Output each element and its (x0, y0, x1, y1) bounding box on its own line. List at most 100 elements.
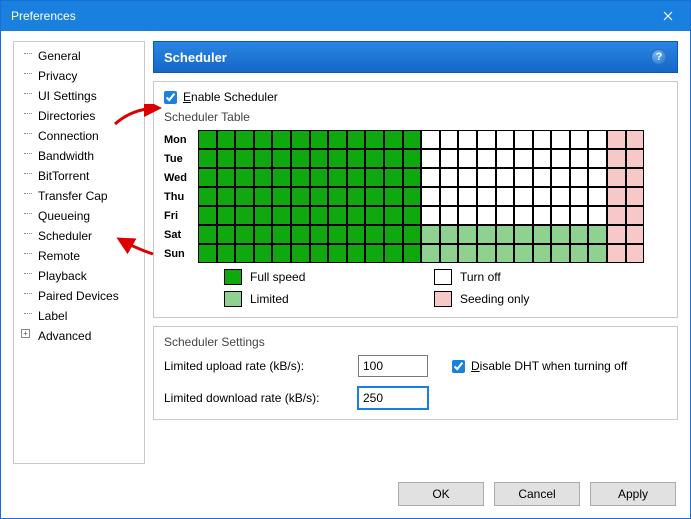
schedule-cell[interactable] (533, 225, 552, 244)
schedule-cell[interactable] (626, 168, 645, 187)
schedule-cell[interactable] (588, 168, 607, 187)
schedule-cell[interactable] (291, 225, 310, 244)
schedule-cell[interactable] (514, 168, 533, 187)
schedule-cell[interactable] (198, 187, 217, 206)
schedule-cell[interactable] (626, 149, 645, 168)
schedule-cell[interactable] (328, 168, 347, 187)
schedule-cell[interactable] (254, 187, 273, 206)
schedule-cell[interactable] (496, 187, 515, 206)
schedule-cell[interactable] (440, 130, 459, 149)
schedule-cell[interactable] (310, 206, 329, 225)
schedule-cell[interactable] (458, 244, 477, 263)
schedule-cell[interactable] (440, 225, 459, 244)
schedule-cell[interactable] (328, 206, 347, 225)
schedule-cell[interactable] (421, 244, 440, 263)
schedule-cell[interactable] (458, 130, 477, 149)
schedule-cell[interactable] (384, 130, 403, 149)
schedule-cell[interactable] (551, 206, 570, 225)
schedule-cell[interactable] (198, 130, 217, 149)
sidebar-item-queueing[interactable]: Queueing (24, 206, 144, 226)
schedule-cell[interactable] (440, 187, 459, 206)
schedule-cell[interactable] (403, 187, 422, 206)
schedule-cell[interactable] (384, 244, 403, 263)
schedule-cell[interactable] (607, 244, 626, 263)
sidebar-item-bittorrent[interactable]: BitTorrent (24, 166, 144, 186)
schedule-cell[interactable] (496, 168, 515, 187)
schedule-cell[interactable] (496, 244, 515, 263)
schedule-cell[interactable] (291, 244, 310, 263)
schedule-cell[interactable] (384, 149, 403, 168)
ok-button[interactable]: OK (398, 482, 484, 506)
schedule-cell[interactable] (347, 206, 366, 225)
schedule-cell[interactable] (477, 149, 496, 168)
schedule-cell[interactable] (235, 225, 254, 244)
schedule-cell[interactable] (496, 225, 515, 244)
schedule-cell[interactable] (626, 130, 645, 149)
schedule-cell[interactable] (421, 149, 440, 168)
schedule-cell[interactable] (588, 149, 607, 168)
schedule-cell[interactable] (198, 225, 217, 244)
sidebar-item-privacy[interactable]: Privacy (24, 66, 144, 86)
sidebar-item-transfer-cap[interactable]: Transfer Cap (24, 186, 144, 206)
schedule-cell[interactable] (514, 206, 533, 225)
schedule-cell[interactable] (421, 187, 440, 206)
schedule-cell[interactable] (626, 244, 645, 263)
schedule-cell[interactable] (272, 244, 291, 263)
schedule-cell[interactable] (384, 168, 403, 187)
schedule-cell[interactable] (607, 168, 626, 187)
schedule-cell[interactable] (328, 130, 347, 149)
disable-dht-checkbox[interactable] (452, 360, 465, 373)
schedule-cell[interactable] (458, 187, 477, 206)
schedule-cell[interactable] (440, 149, 459, 168)
schedule-cell[interactable] (588, 206, 607, 225)
schedule-cell[interactable] (291, 187, 310, 206)
schedule-cell[interactable] (272, 225, 291, 244)
sidebar-item-connection[interactable]: Connection (24, 126, 144, 146)
schedule-cell[interactable] (607, 149, 626, 168)
cancel-button[interactable]: Cancel (494, 482, 580, 506)
schedule-cell[interactable] (310, 244, 329, 263)
schedule-cell[interactable] (477, 244, 496, 263)
schedule-cell[interactable] (607, 130, 626, 149)
schedule-cell[interactable] (254, 225, 273, 244)
schedule-cell[interactable] (570, 225, 589, 244)
schedule-cell[interactable] (607, 206, 626, 225)
schedule-cell[interactable] (533, 244, 552, 263)
schedule-cell[interactable] (384, 225, 403, 244)
schedule-cell[interactable] (198, 168, 217, 187)
schedule-cell[interactable] (235, 244, 254, 263)
schedule-cell[interactable] (198, 206, 217, 225)
schedule-cell[interactable] (328, 244, 347, 263)
schedule-cell[interactable] (235, 130, 254, 149)
schedule-cell[interactable] (626, 225, 645, 244)
schedule-cell[interactable] (551, 187, 570, 206)
schedule-cell[interactable] (328, 187, 347, 206)
schedule-cell[interactable] (570, 187, 589, 206)
schedule-cell[interactable] (403, 206, 422, 225)
schedule-cell[interactable] (217, 206, 236, 225)
schedule-cell[interactable] (588, 130, 607, 149)
schedule-cell[interactable] (254, 168, 273, 187)
schedule-cell[interactable] (217, 149, 236, 168)
schedule-cell[interactable] (496, 149, 515, 168)
schedule-cell[interactable] (365, 187, 384, 206)
scheduler-grid[interactable]: MonTueWedThuFriSatSun (164, 130, 667, 263)
sidebar-item-paired-devices[interactable]: Paired Devices (24, 286, 144, 306)
schedule-cell[interactable] (272, 168, 291, 187)
schedule-cell[interactable] (291, 206, 310, 225)
schedule-cell[interactable] (365, 206, 384, 225)
schedule-cell[interactable] (440, 244, 459, 263)
schedule-cell[interactable] (217, 130, 236, 149)
schedule-cell[interactable] (514, 130, 533, 149)
sidebar-item-general[interactable]: General (24, 46, 144, 66)
schedule-cell[interactable] (403, 168, 422, 187)
schedule-cell[interactable] (403, 130, 422, 149)
schedule-cell[interactable] (570, 130, 589, 149)
schedule-cell[interactable] (310, 187, 329, 206)
schedule-cell[interactable] (310, 130, 329, 149)
enable-scheduler-label[interactable]: Enable Scheduler (183, 90, 278, 104)
sidebar-item-directories[interactable]: Directories (24, 106, 144, 126)
schedule-cell[interactable] (551, 244, 570, 263)
schedule-cell[interactable] (477, 187, 496, 206)
schedule-cell[interactable] (551, 225, 570, 244)
